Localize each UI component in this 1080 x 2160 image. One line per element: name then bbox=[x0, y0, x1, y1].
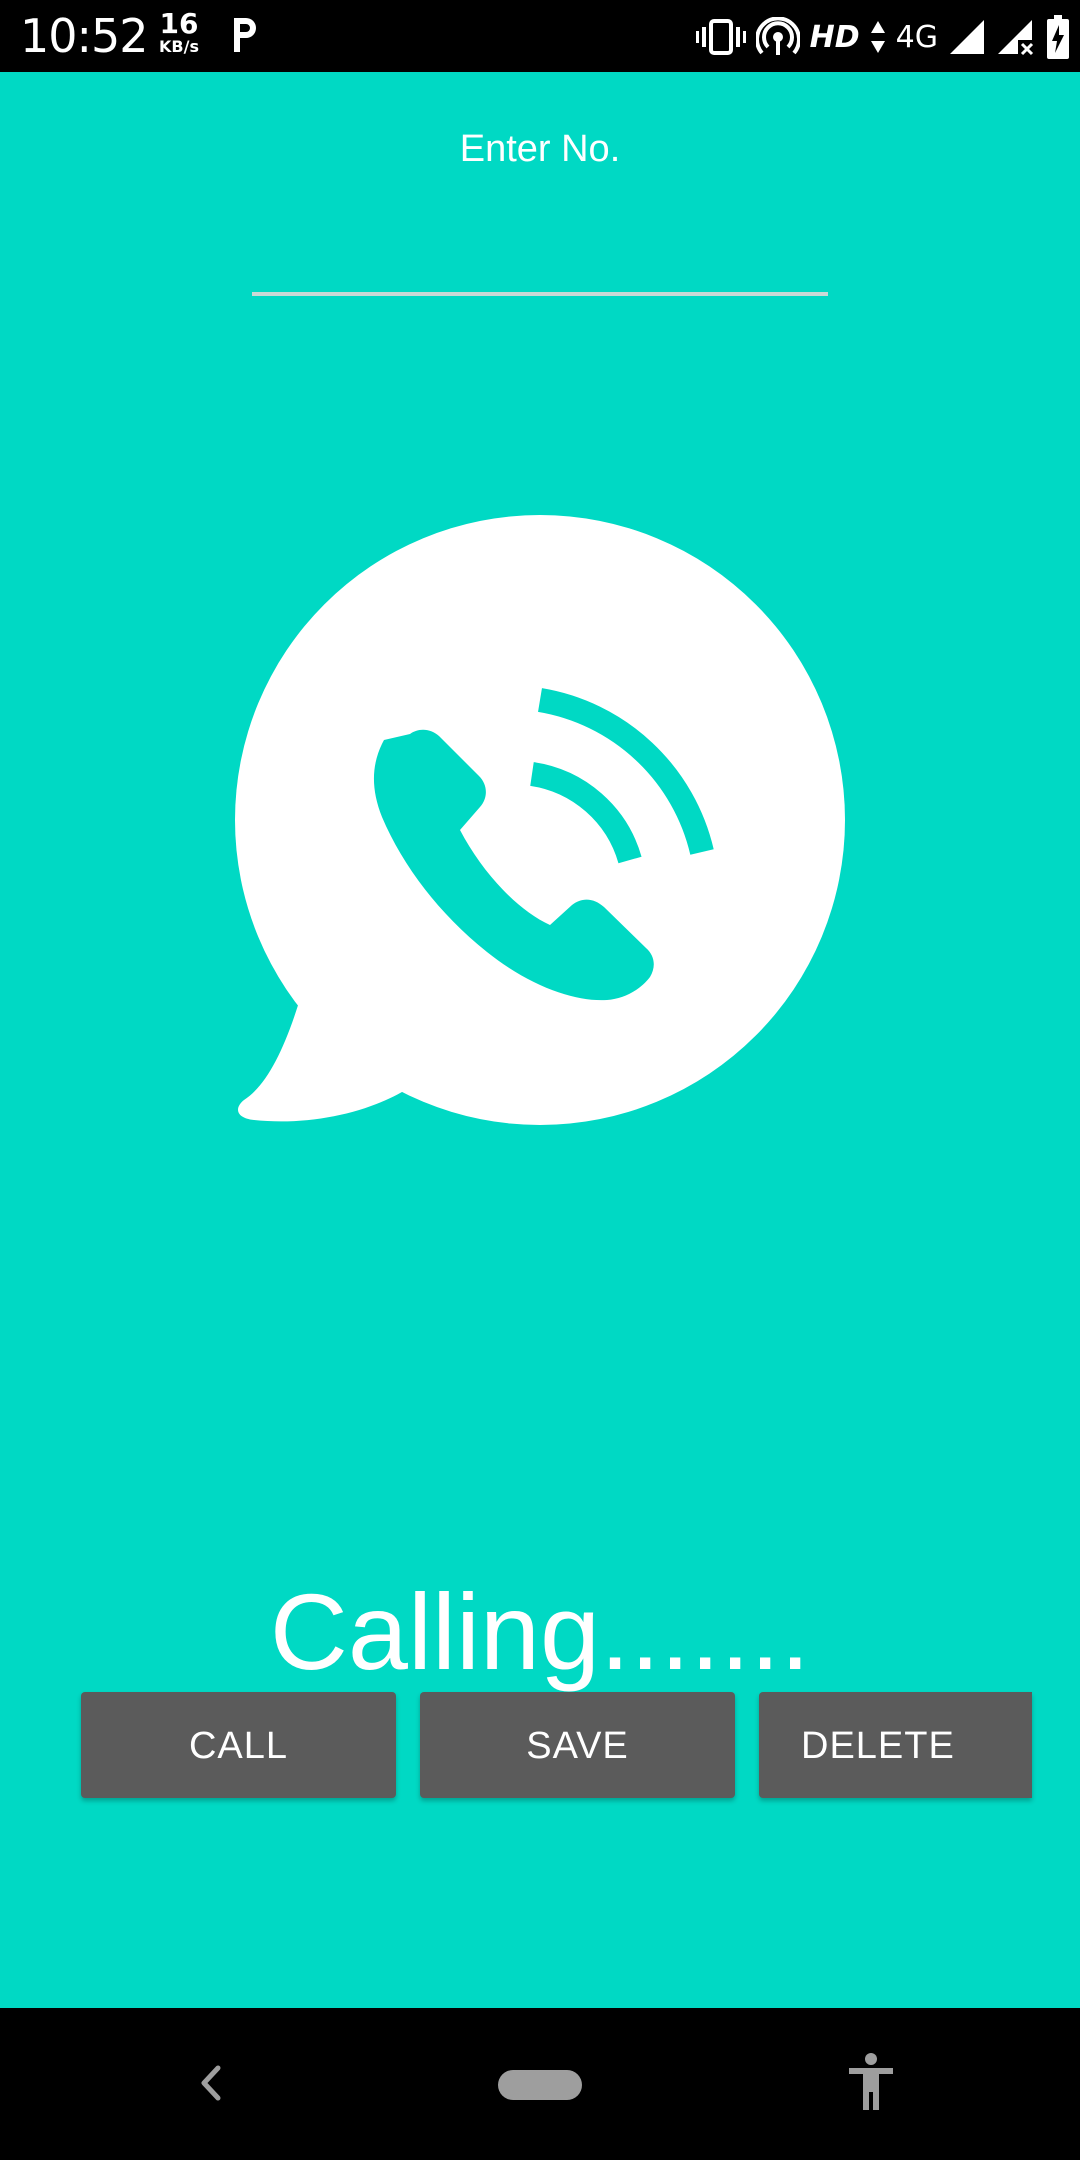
network-type-label: 4G bbox=[895, 19, 938, 55]
back-icon[interactable] bbox=[190, 2058, 230, 2108]
network-speed: 16 KB/s bbox=[155, 10, 203, 56]
status-time: 10:52 bbox=[20, 9, 149, 63]
calling-status-text: Calling....... bbox=[269, 1571, 811, 1692]
phone-call-bubble-icon bbox=[235, 515, 845, 1125]
p-icon bbox=[234, 18, 256, 52]
home-pill[interactable] bbox=[498, 2070, 582, 2100]
screen: 10:52 16 KB/s HD 4G Enter No. Calling...… bbox=[0, 0, 1080, 2160]
navigation-bar bbox=[0, 2008, 1080, 2160]
hd-label: HD bbox=[809, 19, 860, 55]
phone-number-input[interactable] bbox=[252, 252, 828, 296]
network-speed-unit: KB/s bbox=[159, 37, 199, 56]
app-content: Enter No. Calling....... CALL SAVE DELET… bbox=[0, 72, 1080, 2008]
save-button[interactable]: SAVE bbox=[420, 1692, 735, 1798]
signal-no-data-icon bbox=[998, 20, 1034, 56]
enter-number-label: Enter No. bbox=[459, 128, 621, 170]
hotspot-icon bbox=[755, 17, 800, 55]
status-icons: HD 4G bbox=[695, 14, 1070, 60]
signal-icon bbox=[950, 20, 984, 54]
status-bar: 10:52 16 KB/s HD 4G bbox=[0, 0, 1080, 72]
vibrate-icon bbox=[695, 19, 746, 55]
network-speed-value: 16 bbox=[159, 7, 199, 40]
battery-charging-icon bbox=[1047, 15, 1069, 59]
delete-button[interactable]: DELETE bbox=[759, 1692, 1032, 1798]
accessibility-icon[interactable] bbox=[846, 2052, 896, 2112]
data-arrows-icon bbox=[870, 21, 885, 53]
call-button[interactable]: CALL bbox=[81, 1692, 396, 1798]
